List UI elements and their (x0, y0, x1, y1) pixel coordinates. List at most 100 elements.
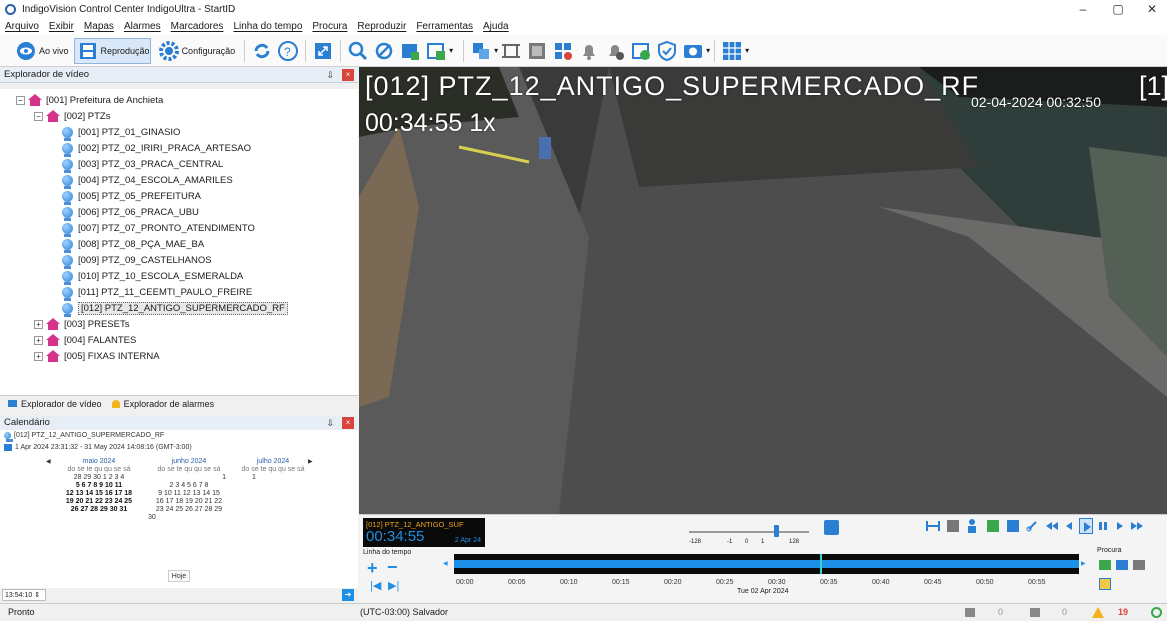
week-row[interactable]: 9 10 11 12 13 14 15 (144, 490, 234, 498)
menu-reproduzir[interactable]: Reproduzir (352, 21, 411, 32)
menu-exibir[interactable]: Exibir (44, 21, 79, 32)
zoom-out-icon[interactable]: − (387, 557, 398, 578)
bell-icon[interactable] (578, 40, 600, 62)
time-spinner[interactable]: 13:54:10 ⇕ (2, 589, 46, 601)
tree-camera-item[interactable]: [011] PTZ_11_CEEMTI_PAULO_FREIRE (62, 284, 252, 301)
bracket-icon[interactable] (925, 518, 941, 534)
speed-slider-thumb[interactable] (774, 525, 779, 537)
export-icon[interactable] (399, 40, 421, 62)
close-button[interactable]: ✕ (1138, 0, 1166, 18)
person-icon[interactable] (965, 518, 981, 534)
menu-ajuda[interactable]: Ajuda (478, 21, 514, 32)
week-row[interactable]: 23 24 25 26 27 28 29 (144, 506, 234, 514)
menu-linha-do-tempo[interactable]: Linha do tempo (228, 21, 307, 32)
panel-close-button[interactable]: × (342, 69, 354, 81)
pin-icon[interactable]: ⇩ (326, 67, 334, 83)
bell-off-icon[interactable] (604, 40, 626, 62)
step-forward-icon[interactable] (1113, 518, 1127, 534)
week-row[interactable]: 1 (144, 474, 234, 482)
expand-toggle[interactable]: + (34, 351, 43, 361)
timeline-track[interactable] (454, 554, 1079, 574)
speed-slider[interactable]: -128 -1 0 1 128 (689, 523, 814, 549)
week-row[interactable]: 12 13 14 15 16 17 18 (54, 490, 144, 498)
week-row[interactable]: 26 27 28 29 30 31 (54, 506, 144, 514)
week-row[interactable]: 2 3 4 5 6 7 8 (144, 482, 234, 490)
tree-camera-item[interactable]: [001] PTZ_01_GINASIO (62, 124, 180, 141)
search-motion-icon[interactable] (1099, 560, 1111, 570)
prev-month-arrow[interactable]: ◀ (46, 458, 51, 465)
video-pane[interactable]: [012] PTZ_12_ANTIGO_SUPERMERCADO_RF [1] … (359, 67, 1167, 514)
maximize-button[interactable]: ▢ (1104, 0, 1132, 18)
grid-icon[interactable] (1005, 518, 1021, 534)
fast-forward-icon[interactable] (1130, 518, 1144, 534)
menu-ferramentas[interactable]: Ferramentas (411, 21, 478, 32)
search-person-icon[interactable] (1116, 560, 1128, 570)
shield-doc-icon[interactable] (630, 40, 652, 62)
crop-icon[interactable] (500, 40, 522, 62)
clear-search-icon[interactable] (373, 40, 395, 62)
week-row[interactable]: 28 29 30 1 2 3 4 (54, 474, 144, 482)
lock-icon[interactable] (824, 520, 839, 535)
menu-arquivo[interactable]: Arquivo (0, 21, 44, 32)
snapshot-icon[interactable] (945, 518, 961, 534)
go-end-icon[interactable]: ▶| (388, 579, 399, 592)
snapshot-icon[interactable] (526, 40, 548, 62)
rewind-icon[interactable] (1045, 518, 1059, 534)
dropdown-arrow-icon[interactable]: ▾ (449, 46, 453, 55)
pin-icon[interactable]: ⇩ (326, 415, 334, 431)
camera-icon[interactable] (682, 40, 704, 62)
live-button[interactable]: Ao vivo (12, 38, 70, 64)
playback-button[interactable]: Reprodução (73, 37, 151, 64)
pause-icon[interactable] (1096, 518, 1110, 534)
search-area-icon[interactable] (1099, 578, 1111, 590)
week-row[interactable]: 19 20 21 22 23 24 25 (54, 498, 144, 506)
link-icon[interactable] (1025, 518, 1041, 534)
timeline-right-arrow[interactable]: ▶ (1081, 560, 1086, 567)
help-icon[interactable]: ? (277, 40, 299, 62)
panel-close-button[interactable]: × (342, 417, 354, 429)
dropdown-arrow-icon[interactable]: ▾ (494, 46, 498, 55)
week-row[interactable]: 1 (228, 474, 318, 482)
tree-camera-item[interactable]: [010] PTZ_10_ESCOLA_ESMERALDA (62, 268, 243, 285)
expand-toggle[interactable]: + (34, 335, 43, 345)
tab-alarm-explorer[interactable]: Explorador de alarmes (111, 399, 214, 409)
dropdown-arrow-icon[interactable]: ▾ (706, 46, 710, 55)
minimize-button[interactable]: – (1069, 0, 1097, 18)
tree-node-root[interactable]: − [001] Prefeitura de Anchieta (16, 92, 163, 108)
play-icon[interactable] (1079, 518, 1093, 534)
config-button[interactable]: Configuração (155, 38, 237, 64)
zoom-in-icon[interactable]: + (367, 558, 378, 579)
tab-video-explorer[interactable]: Explorador de vídeo (8, 399, 102, 409)
menu-alarmes[interactable]: Alarmes (119, 21, 166, 32)
add-bookmark-icon[interactable] (425, 40, 447, 62)
grid-alarm-icon[interactable] (552, 40, 574, 62)
week-row[interactable]: 30 (144, 514, 234, 522)
calendar-month-may[interactable]: maio 2024 do se te qu qu se sá 28 29 30 … (54, 458, 144, 514)
tree-node-fixas[interactable]: + [005] FIXAS INTERNA (34, 348, 160, 364)
tree-node-presets[interactable]: + [003] PRESETs (34, 316, 129, 332)
timeline-left-arrow[interactable]: ◀ (443, 560, 448, 567)
go-start-icon[interactable]: |◀ (370, 579, 381, 592)
shield-check-icon[interactable] (656, 40, 678, 62)
expand-toggle[interactable]: + (34, 319, 43, 329)
today-button[interactable]: Hoje (168, 570, 190, 582)
menu-mapas[interactable]: Mapas (79, 21, 119, 32)
tree-camera-item[interactable]: [009] PTZ_09_CASTELHANOS (62, 252, 212, 269)
tree-node-falantes[interactable]: + [004] FALANTES (34, 332, 136, 348)
tree-camera-item[interactable]: [003] PTZ_03_PRACA_CENTRAL (62, 156, 223, 173)
tree-camera-item[interactable]: [004] PTZ_04_ESCOLA_AMARILES (62, 172, 233, 189)
tree-camera-item-selected[interactable]: [012] PTZ_12_ANTIGO_SUPERMERCADO_RF (62, 300, 288, 317)
warning-icon[interactable] (1092, 607, 1104, 618)
alarm-count[interactable]: 19 (1118, 604, 1128, 621)
video-wall-icon[interactable] (721, 40, 743, 62)
tree-camera-item[interactable]: [008] PTZ_08_PÇA_MAE_BA (62, 236, 204, 253)
go-arrow-icon[interactable]: ➔ (342, 589, 354, 601)
menu-procura[interactable]: Procura (307, 21, 352, 32)
week-row[interactable]: 5 6 7 8 9 10 11 (54, 482, 144, 490)
collapse-toggle[interactable]: − (16, 95, 25, 105)
step-back-icon[interactable] (1062, 518, 1076, 534)
collapse-toggle[interactable]: − (34, 111, 43, 121)
fullscreen-icon[interactable] (312, 40, 334, 62)
tree-node-ptzs[interactable]: − [002] PTZs (34, 108, 110, 124)
refresh-icon[interactable] (251, 40, 273, 62)
